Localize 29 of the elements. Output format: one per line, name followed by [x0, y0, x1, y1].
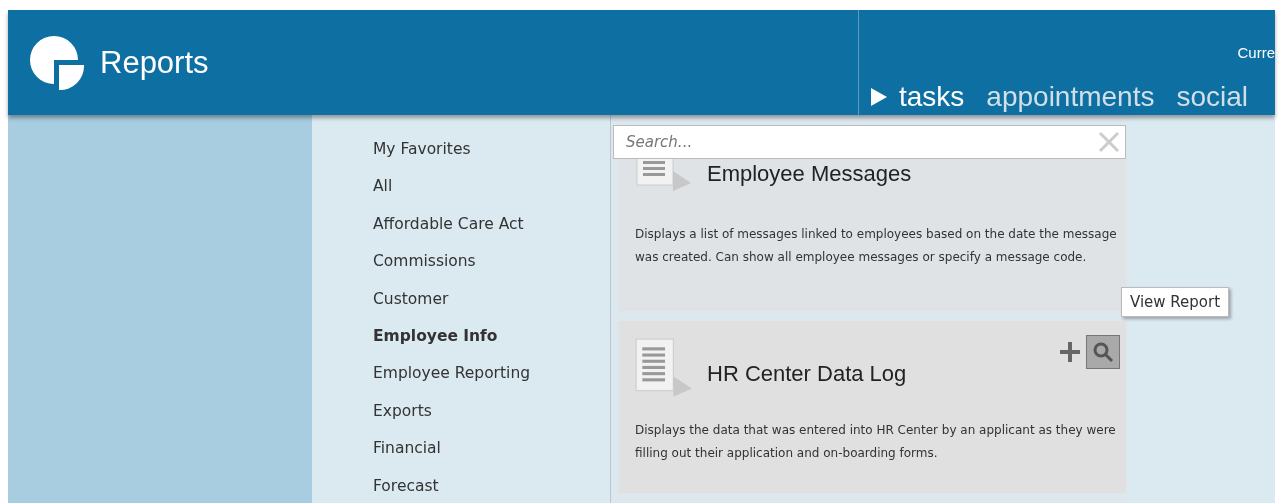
category-item[interactable]: Commissions	[373, 243, 476, 281]
view-report-button[interactable]	[1086, 335, 1120, 369]
tooltip: View Report	[1121, 287, 1230, 317]
logo-icon	[28, 34, 84, 91]
report-title: Employee Messages	[707, 161, 912, 187]
category-item[interactable]: Financial	[373, 430, 441, 468]
nav-tab[interactable]: social	[1176, 81, 1249, 113]
nav-tab[interactable]: appointments	[986, 81, 1155, 113]
category-item[interactable]: Affordable Care Act	[373, 205, 524, 244]
report-card[interactable]: Employee Messages Displays a list of messages linked to employees based on the date the message was created. Can show all employee messages or specify a message code.	[619, 159, 1126, 311]
add-favorite-button[interactable]	[1058, 340, 1082, 364]
search-icon	[1092, 341, 1114, 363]
category-item[interactable]: All	[373, 168, 393, 206]
report-description: Displays the data that was entered into HR Center by an applicant as they were filling out their application and on-boarding forms.	[635, 422, 1117, 462]
app-title: Reports	[100, 44, 209, 81]
plus-icon	[1058, 340, 1082, 364]
category-item[interactable]: Employee Reporting	[373, 355, 531, 393]
nav-tab[interactable]: tasks	[871, 81, 965, 113]
category-item[interactable]: Customer	[373, 280, 449, 319]
category-item[interactable]: My Favorites	[373, 131, 471, 169]
user-label: Curre	[1237, 44, 1275, 61]
play-icon	[871, 88, 887, 106]
category-item[interactable]: Forecast	[373, 467, 439, 503]
report-card[interactable]: HR Center Data Log Displays the data that was entered into HR Center by an applicant as they were filling out their application and on-boarding forms.	[619, 321, 1126, 493]
report-title: HR Center Data Log	[707, 361, 907, 387]
category-item[interactable]: Employee Info	[373, 318, 498, 356]
report-description: Displays a list of messages linked to employees based on the date the message was created. Can show all employee messages or specify a message code.	[635, 226, 1117, 266]
category-item[interactable]: Exports	[373, 392, 432, 431]
search-field[interactable]: Search...	[613, 125, 1126, 159]
